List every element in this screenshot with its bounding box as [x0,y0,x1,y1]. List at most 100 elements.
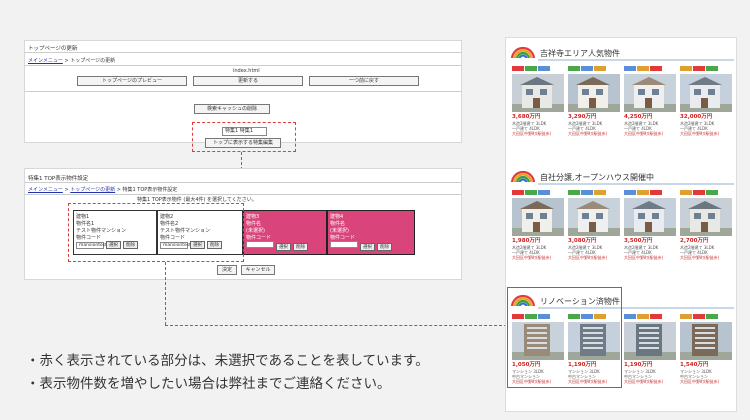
property-price: 1,540万円 [680,362,709,368]
property-card[interactable]: 3,680万円 木造2階建て 3LDK 一戸建て 4LDK 大田区中野町(駅徒歩) [512,66,564,136]
slot-3[interactable]: 建物3 物件名 (未選択) 物件コード 選択 削除 [243,210,327,255]
back-button[interactable]: 一つ前に戻す [309,76,419,86]
breadcrumb: メインメニュー > トップページの更新 [28,57,115,64]
delete-button[interactable]: 削除 [293,243,308,251]
divider [25,91,461,92]
property-card[interactable]: 3,500万円 木造2階建て 3LDK 一戸建て 4LDK 大田区中野町(駅徒歩) [624,190,676,260]
tag-badge [594,190,606,195]
property-photo[interactable] [568,74,620,112]
property-price: 4,250万円 [624,114,653,120]
preview-button[interactable]: トップページのプレビュー [77,76,187,86]
property-detail: 大田区中野町(駅徒歩) [624,130,664,136]
divider [25,194,461,195]
property-photo[interactable] [512,74,564,112]
tag-badge [512,190,524,195]
property-card[interactable]: 3,080万円 木造2階建て 3LDK 一戸建て 4LDK 大田区中野町(駅徒歩) [568,190,620,260]
tag-badge [538,66,550,71]
slot-code-label: 物件コード [330,235,356,241]
property-card[interactable]: 1,190万円 マンション 3LDK 中古マンション 大田区中野町(駅徒歩) [624,314,676,384]
property-photo[interactable] [680,74,732,112]
tag-badge [680,314,692,319]
ok-button[interactable]: 決定 [217,265,237,275]
tag-badge [637,314,649,319]
property-photo[interactable] [680,198,732,236]
property-card[interactable]: 2,700万円 木造2階建て 3LDK 一戸建て 4LDK 大田区中野町(駅徒歩) [680,190,732,260]
property-detail: 大田区中野町(駅徒歩) [680,254,720,260]
property-card[interactable]: 3,290万円 木造2階建て 3LDK 一戸建て 4LDK 大田区中野町(駅徒歩) [568,66,620,136]
property-price: 3,680万円 [512,114,541,120]
section-title: 吉祥寺エリア人気物件 [540,49,620,58]
property-detail: 大田区中野町(駅徒歩) [512,130,552,136]
connector-line [165,325,507,326]
tag-badge [525,190,537,195]
property-price: 1,980万円 [512,238,541,244]
property-card[interactable]: 32,000万円 木造2階建て 3LDK 一戸建て 4LDK 大田区中野町(駅徒歩) [680,66,732,136]
cancel-button[interactable]: キャンセル [241,265,275,275]
property-detail: 大田区中野町(駅徒歩) [568,130,608,136]
property-photo[interactable] [624,322,676,360]
code-field[interactable] [330,241,358,248]
divider [25,52,461,53]
property-price: 1,190万円 [624,362,653,368]
tag-badge [525,66,537,71]
select-button[interactable]: 選択 [360,243,375,251]
slot-4[interactable]: 建物4 物件名 (未選択) 物件コード 選択 削除 [327,210,415,255]
preview-section: 自社分譲,オープンハウス開催中 1,980万円 木造2階建て 3LDK 一戸建て 4L… [506,166,738,286]
badge-row [624,190,676,196]
section-title: 自社分譲,オープンハウス開催中 [540,173,655,182]
tag-badge [568,66,580,71]
property-photo[interactable] [680,322,732,360]
note-line-2: ・表示物件数を増やしたい場合は弊社までご連絡ください。 [26,376,391,392]
property-card[interactable]: 1,980万円 木造2階建て 3LDK 一戸建て 4LDK 大田区中野町(駅徒歩) [512,190,564,260]
property-price: 3,500万円 [624,238,653,244]
property-card[interactable]: 1,540万円 マンション 3LDK 中古マンション 大田区中野町(駅徒歩) [680,314,732,384]
tag-badge [650,314,662,319]
property-detail: 大田区中野町(駅徒歩) [568,254,608,260]
breadcrumb: メインメニュー > トップページの更新 > 特集1 TOP表示物件設定 [28,187,178,193]
badge-row [680,190,732,196]
highlight-feature-selector [192,122,296,152]
property-photo[interactable] [624,74,676,112]
slot-label: 建物3 [246,214,260,220]
clear-cache-button[interactable]: 検索キャッシュの削除 [194,104,270,114]
section-divider [538,183,734,185]
tag-badge [624,66,636,71]
badge-row [624,314,676,320]
slot-line2: (未選択) [246,228,265,234]
badge-row [680,66,732,72]
delete-button[interactable]: 削除 [377,243,392,251]
tag-badge [568,190,580,195]
highlight-selected-slots [68,203,244,262]
badge-row [568,190,620,196]
property-detail: 大田区中野町(駅徒歩) [512,254,552,260]
filename-label: index.html [233,68,260,74]
tag-badge [706,190,718,195]
highlight-preview-cards [507,287,622,388]
tag-badge [637,66,649,71]
property-price: 32,000万円 [680,114,713,120]
property-photo[interactable] [568,198,620,236]
property-photo[interactable] [624,198,676,236]
breadcrumb-link-top-update[interactable]: トップページの更新 [70,187,115,193]
update-button[interactable]: 更新する [193,76,303,86]
badge-row [680,314,732,320]
property-detail: 大田区中野町(駅徒歩) [624,254,664,260]
breadcrumb-link-main-menu[interactable]: メインメニュー [28,58,63,64]
property-detail: 大田区中野町(駅徒歩) [680,378,720,384]
code-field[interactable] [246,241,274,248]
slot-line2: (未選択) [330,228,349,234]
tag-badge [624,314,636,319]
slot-line1: 物件名 [246,221,262,227]
select-button[interactable]: 選択 [276,243,291,251]
section-header: 自社分譲,オープンハウス開催中 [510,166,734,188]
note-line-1: ・赤く表示されている部分は、未選択であることを表しています。 [26,353,429,369]
tag-badge [581,66,593,71]
badge-row [568,66,620,72]
property-photo[interactable] [512,198,564,236]
rainbow-icon [510,168,536,182]
slot-code-label: 物件コード [246,235,272,241]
divider [25,65,461,66]
tag-badge [581,190,593,195]
breadcrumb-link-main-menu[interactable]: メインメニュー [28,187,63,193]
property-card[interactable]: 4,250万円 木造2階建て 3LDK 一戸建て 4LDK 大田区中野町(駅徒歩) [624,66,676,136]
